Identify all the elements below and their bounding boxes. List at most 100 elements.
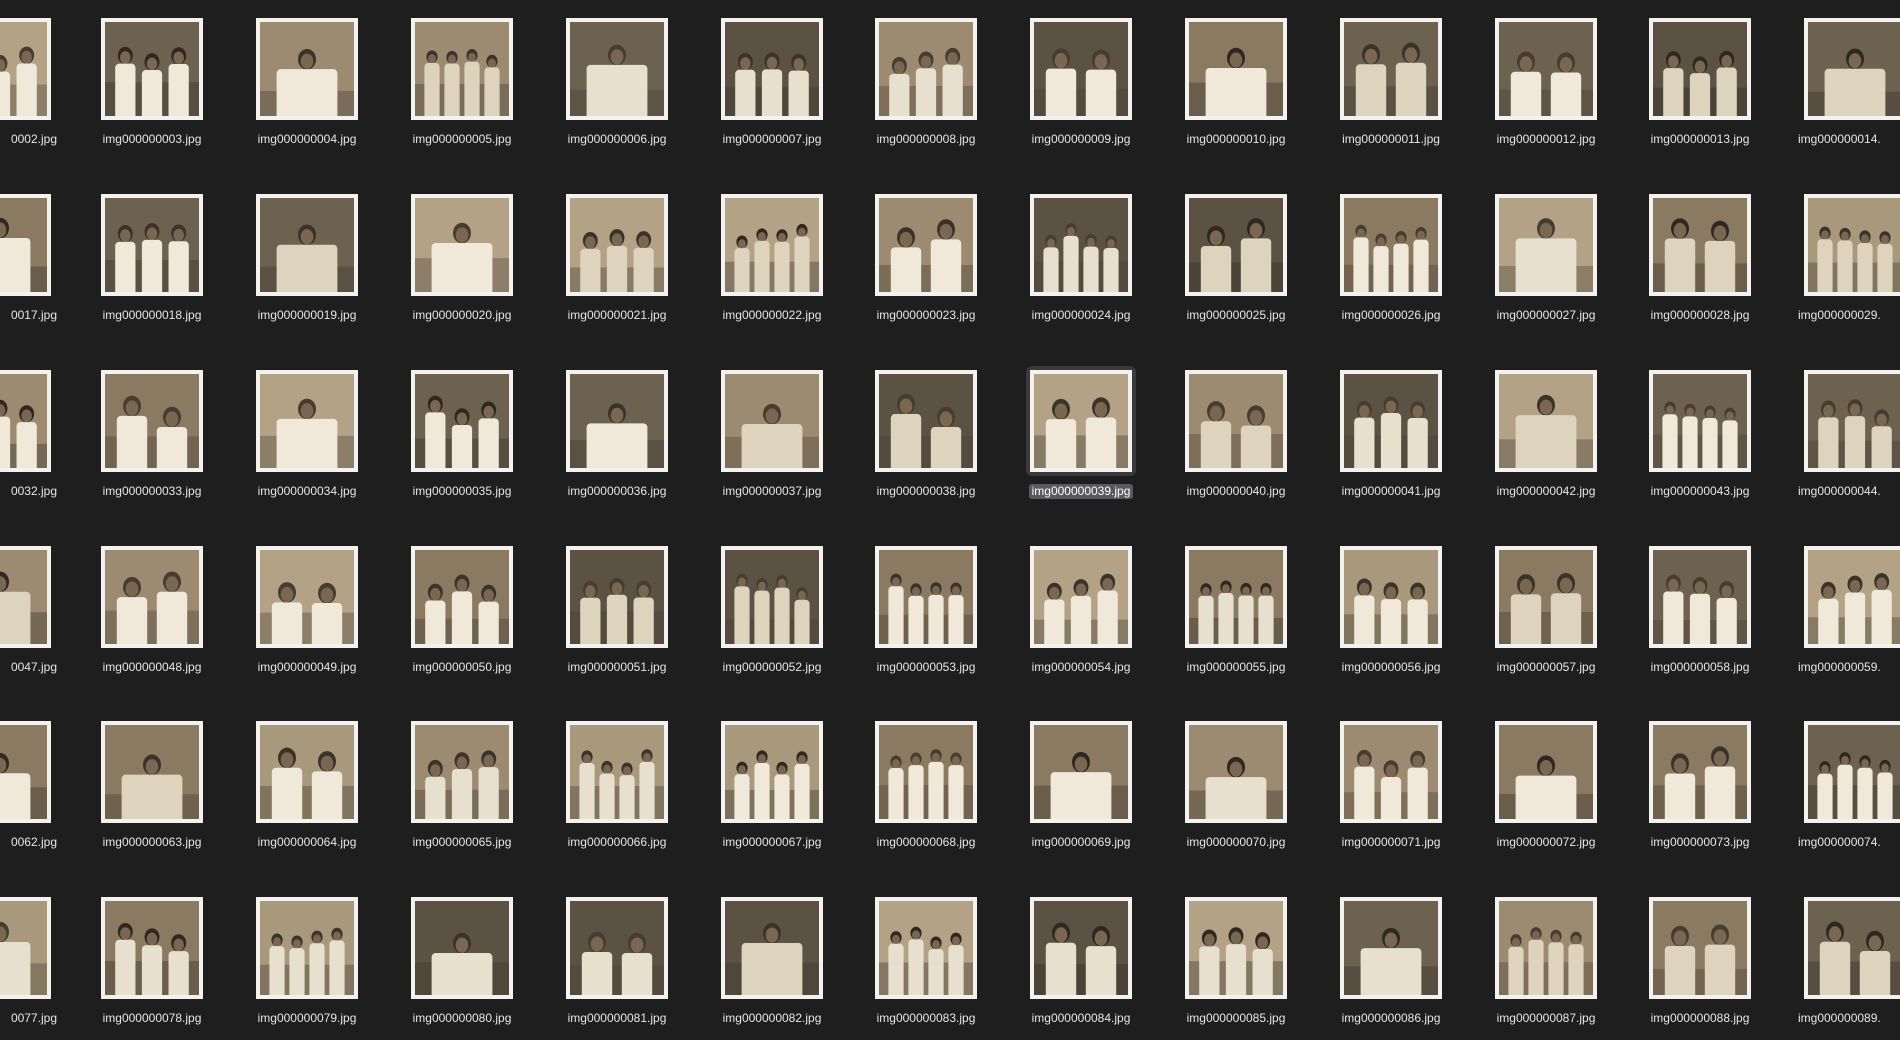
file-item[interactable]: img000000053.jpg [866, 542, 986, 692]
file-item[interactable]: 0077.jpg [0, 893, 60, 1040]
file-item[interactable]: img000000088.jpg [1640, 893, 1760, 1040]
file-name-label: img000000065.jpg [412, 835, 512, 849]
file-item[interactable]: img000000087.jpg [1486, 893, 1606, 1040]
file-item[interactable]: img000000019.jpg [247, 190, 367, 340]
file-item[interactable]: img000000083.jpg [866, 893, 986, 1040]
file-item[interactable]: img000000068.jpg [866, 717, 986, 867]
file-item[interactable]: img000000020.jpg [402, 190, 522, 340]
file-item[interactable]: img000000039.jpg [1021, 366, 1141, 516]
file-item[interactable]: img000000007.jpg [712, 14, 832, 164]
file-item[interactable]: img000000085.jpg [1176, 893, 1296, 1040]
file-name-label: img000000010.jpg [1186, 132, 1286, 146]
thumbnail-frame [871, 190, 981, 300]
file-item[interactable]: img000000065.jpg [402, 717, 522, 867]
photo-thumbnail [101, 194, 203, 296]
file-item[interactable]: img000000057.jpg [1486, 542, 1606, 692]
file-item[interactable]: img000000054.jpg [1021, 542, 1141, 692]
file-item[interactable]: img000000035.jpg [402, 366, 522, 516]
file-item[interactable]: img000000041.jpg [1331, 366, 1451, 516]
file-item[interactable]: img000000004.jpg [247, 14, 367, 164]
file-name-label: img000000014. [1798, 132, 1881, 146]
file-item[interactable]: img000000059. [1795, 542, 1900, 692]
file-item[interactable]: img000000042.jpg [1486, 366, 1606, 516]
file-name-label: img000000024.jpg [1031, 308, 1131, 322]
thumbnail-frame [1645, 893, 1755, 1003]
file-item[interactable]: img000000064.jpg [247, 717, 367, 867]
file-item[interactable]: img000000074. [1795, 717, 1900, 867]
file-item[interactable]: img000000043.jpg [1640, 366, 1760, 516]
file-item[interactable]: img000000028.jpg [1640, 190, 1760, 340]
file-name-label: img000000050.jpg [412, 660, 512, 674]
file-item[interactable]: img000000073.jpg [1640, 717, 1760, 867]
photo-thumbnail [0, 546, 51, 648]
thumbnail-frame [871, 366, 981, 476]
file-item[interactable]: img000000034.jpg [247, 366, 367, 516]
file-item[interactable]: img000000022.jpg [712, 190, 832, 340]
file-item[interactable]: img000000079.jpg [247, 893, 367, 1040]
file-item[interactable]: img000000033.jpg [92, 366, 212, 516]
file-item[interactable]: 0017.jpg [0, 190, 60, 340]
file-item[interactable]: img000000011.jpg [1331, 14, 1451, 164]
file-item[interactable]: 0062.jpg [0, 717, 60, 867]
file-item[interactable]: img000000086.jpg [1331, 893, 1451, 1040]
file-item[interactable]: img000000038.jpg [866, 366, 986, 516]
file-item[interactable]: img000000023.jpg [866, 190, 986, 340]
file-item[interactable]: img000000044. [1795, 366, 1900, 516]
file-item[interactable]: img000000018.jpg [92, 190, 212, 340]
file-item[interactable]: img000000058.jpg [1640, 542, 1760, 692]
file-item[interactable]: img000000089. [1795, 893, 1900, 1040]
file-item[interactable]: img000000021.jpg [557, 190, 677, 340]
file-item[interactable]: img000000037.jpg [712, 366, 832, 516]
file-item[interactable]: img000000056.jpg [1331, 542, 1451, 692]
file-item[interactable]: 0047.jpg [0, 542, 60, 692]
file-item[interactable]: img000000013.jpg [1640, 14, 1760, 164]
file-item[interactable]: img000000050.jpg [402, 542, 522, 692]
file-item[interactable]: img000000010.jpg [1176, 14, 1296, 164]
file-item[interactable]: img000000081.jpg [557, 893, 677, 1040]
file-item[interactable]: img000000040.jpg [1176, 366, 1296, 516]
file-item[interactable]: img000000072.jpg [1486, 717, 1606, 867]
file-item[interactable]: img000000006.jpg [557, 14, 677, 164]
file-item[interactable]: 0002.jpg [0, 14, 60, 164]
file-name-label: img000000058.jpg [1650, 660, 1750, 674]
file-item[interactable]: img000000052.jpg [712, 542, 832, 692]
file-name-label: img000000048.jpg [102, 660, 202, 674]
file-name-label: img000000085.jpg [1186, 1011, 1286, 1025]
file-item[interactable]: img000000029. [1795, 190, 1900, 340]
file-item[interactable]: img000000009.jpg [1021, 14, 1141, 164]
file-item[interactable]: img000000012.jpg [1486, 14, 1606, 164]
file-item[interactable]: img000000080.jpg [402, 893, 522, 1040]
file-item[interactable]: img000000071.jpg [1331, 717, 1451, 867]
file-item[interactable]: img000000027.jpg [1486, 190, 1606, 340]
file-item[interactable]: img000000063.jpg [92, 717, 212, 867]
file-item[interactable]: 0032.jpg [0, 366, 60, 516]
file-item[interactable]: img000000049.jpg [247, 542, 367, 692]
file-item[interactable]: img000000026.jpg [1331, 190, 1451, 340]
file-item[interactable]: img000000025.jpg [1176, 190, 1296, 340]
file-item[interactable]: img000000008.jpg [866, 14, 986, 164]
file-item[interactable]: img000000003.jpg [92, 14, 212, 164]
thumbnail-frame [1026, 717, 1136, 827]
file-name-label: img000000079.jpg [257, 1011, 357, 1025]
file-item[interactable]: img000000066.jpg [557, 717, 677, 867]
file-item[interactable]: img000000036.jpg [557, 366, 677, 516]
file-item[interactable]: img000000078.jpg [92, 893, 212, 1040]
file-item[interactable]: img000000069.jpg [1021, 717, 1141, 867]
file-item[interactable]: img000000070.jpg [1176, 717, 1296, 867]
file-item[interactable]: img000000005.jpg [402, 14, 522, 164]
thumbnail-frame [717, 190, 827, 300]
thumbnail-frame [1336, 717, 1446, 827]
thumbnail-frame [97, 542, 207, 652]
file-item[interactable]: img000000014. [1795, 14, 1900, 164]
photo-thumbnail [875, 897, 977, 999]
file-item[interactable]: img000000024.jpg [1021, 190, 1141, 340]
file-item[interactable]: img000000084.jpg [1021, 893, 1141, 1040]
file-item[interactable]: img000000048.jpg [92, 542, 212, 692]
file-item[interactable]: img000000067.jpg [712, 717, 832, 867]
file-item[interactable]: img000000051.jpg [557, 542, 677, 692]
photo-thumbnail [1804, 18, 1900, 120]
thumbnail-frame [1491, 190, 1601, 300]
file-item[interactable]: img000000055.jpg [1176, 542, 1296, 692]
photo-thumbnail [875, 370, 977, 472]
file-item[interactable]: img000000082.jpg [712, 893, 832, 1040]
